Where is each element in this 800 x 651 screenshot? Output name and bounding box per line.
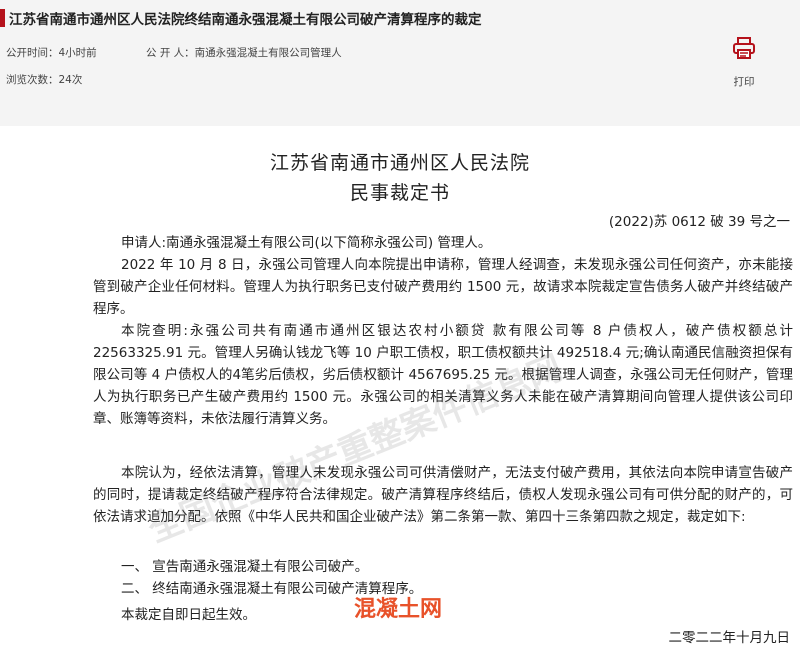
notice-title-bar: 江苏省南通市通州区人民法院终结南通永强混凝土有限公司破产清算程序的裁定: [0, 8, 482, 28]
paragraph-findings: 本院查明:永强公司共有南通市通州区银达农村小额贷 款有限公司等 8 户债权人，破…: [93, 323, 793, 427]
view-count: 浏览次数：24次: [6, 74, 83, 86]
court-name: 江苏省南通市通州区人民法院: [269, 152, 530, 174]
paragraph-applicant: 申请人:南通永强混凝土有限公司(以下简称永强公司) 管理人。: [121, 235, 492, 251]
notice-title: 江苏省南通市通州区人民法院终结南通永强混凝土有限公司破产清算程序的裁定: [9, 12, 482, 28]
notice-header: 江苏省南通市通州区人民法院终结南通永强混凝土有限公司破产清算程序的裁定 公开时间…: [0, 0, 800, 126]
ruling-item-2: 二、 终结南通永强混凝土有限公司破产清算程序。: [121, 581, 423, 597]
case-number: (2022)苏 0612 破 39 号之一: [608, 214, 790, 230]
title-accent-bar: [0, 9, 5, 27]
paragraph-application: 2022 年 10 月 8 日，永强公司管理人向本院提出申请称，管理人经调查，未…: [93, 257, 793, 317]
publish-time: 公开时间：4小时前: [6, 47, 97, 59]
print-label: 打印: [733, 76, 755, 88]
paragraph-effective: 本裁定自即日起生效。: [121, 607, 256, 623]
ruling-document: 江苏省南通市通州区人民法院 民事裁定书 (2022)苏 0612 破 39 号之…: [0, 126, 800, 651]
publisher: 公 开 人：南通永强混凝土有限公司管理人: [146, 47, 342, 59]
site-watermark: 混凝土网: [354, 597, 443, 622]
printer-icon: [732, 36, 756, 64]
print-button[interactable]: 打印: [722, 36, 766, 92]
document-type: 民事裁定书: [349, 182, 450, 204]
sign-date: 二零二二年十月九日: [668, 630, 791, 646]
paragraph-reasoning: 本院认为，经依法清算，管理人未发现永强公司可供清偿财产，无法支付破产费用，其依法…: [93, 465, 793, 525]
ruling-item-1: 一、 宣告南通永强混凝土有限公司破产。: [121, 559, 369, 575]
